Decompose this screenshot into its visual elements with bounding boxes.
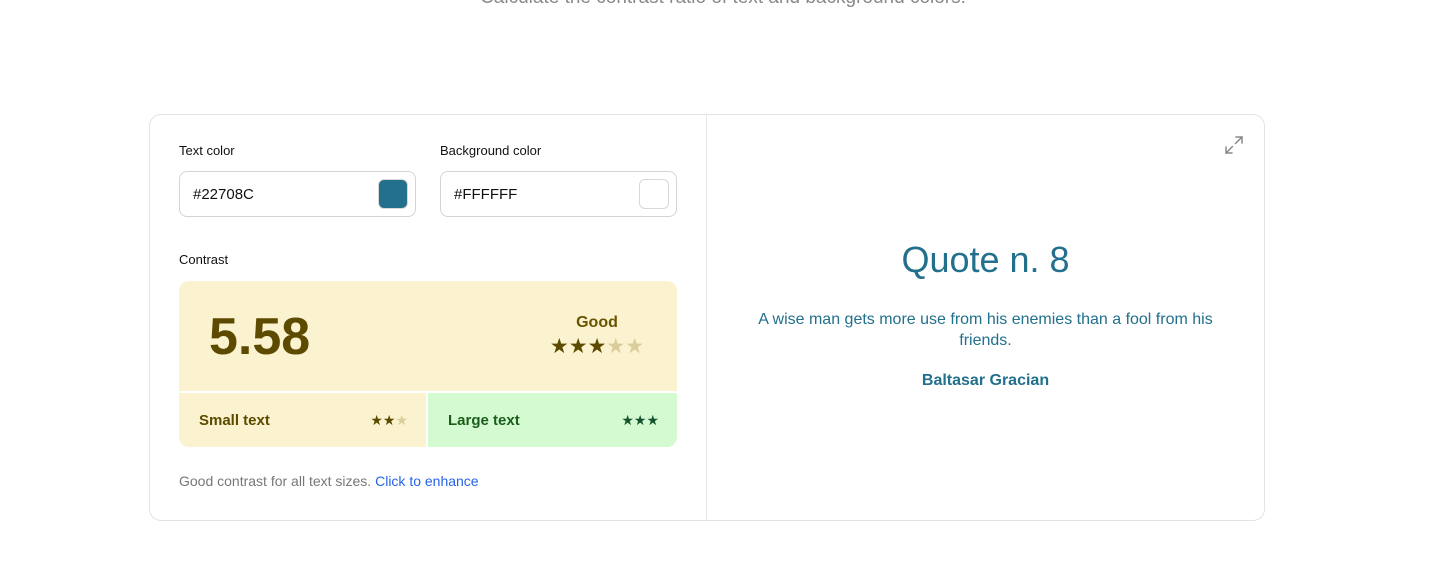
contrast-note: Good contrast for all text sizes. Click …: [179, 473, 479, 489]
page-subtitle: Calculate the contrast ratio of text and…: [0, 0, 1446, 9]
quote-text-wrapper: A wise man gets more use from his enemie…: [747, 309, 1224, 351]
quote-text: A wise man gets more use from his enemie…: [758, 311, 1213, 349]
contrast-summary: 5.58 Good ★★★★★: [179, 281, 677, 391]
text-color-label: Text color: [179, 143, 235, 158]
star-filled-icon: ★: [587, 335, 607, 358]
star-empty-icon: ★: [606, 335, 626, 358]
contrast-ratio-value: 5.58: [209, 308, 311, 366]
controls-panel: Text color #22708C Background color #FFF…: [150, 115, 707, 520]
contrast-rating-stars: ★★★★★: [547, 336, 647, 358]
quote-title: Quote n. 8: [901, 239, 1070, 280]
large-text-label: Large text: [448, 411, 520, 429]
contrast-rating-label: Good: [576, 314, 618, 331]
contrast-rating: Good ★★★★★: [547, 314, 647, 358]
star-filled-icon: ★: [621, 411, 634, 428]
preview-panel: Quote n. 8 A wise man gets more use from…: [707, 115, 1264, 520]
text-size-ratings: Small text ★★★ Large text ★★★: [179, 393, 677, 447]
contrast-result-box: 5.58 Good ★★★★★ Small text ★★★ Large tex…: [179, 281, 677, 447]
enhance-link[interactable]: Click to enhance: [375, 473, 479, 489]
small-text-label: Small text: [199, 411, 270, 429]
large-text-stars: ★★★: [621, 412, 659, 429]
large-text-rating: Large text ★★★: [428, 393, 677, 447]
contrast-checker-card: Text color #22708C Background color #FFF…: [149, 114, 1265, 521]
background-color-value[interactable]: #FFFFFF: [454, 186, 517, 203]
text-color-value[interactable]: #22708C: [193, 186, 254, 203]
quote-author: Baltasar Gracian: [921, 372, 1050, 389]
small-text-rating: Small text ★★★: [179, 393, 426, 447]
contrast-label: Contrast: [179, 252, 229, 267]
star-empty-icon: ★: [625, 335, 645, 358]
small-text-stars: ★★★: [370, 412, 408, 429]
page: Calculate the contrast ratio of text and…: [0, 0, 1446, 572]
star-filled-icon: ★: [633, 411, 647, 428]
background-color-input[interactable]: #FFFFFF: [440, 171, 677, 217]
star-empty-icon: ★: [395, 411, 408, 428]
star-filled-icon: ★: [646, 411, 659, 428]
star-filled-icon: ★: [382, 411, 396, 428]
text-color-swatch[interactable]: [378, 179, 408, 209]
contrast-note-text: Good contrast for all text sizes.: [179, 473, 372, 489]
star-filled-icon: ★: [370, 411, 383, 428]
background-color-swatch[interactable]: [639, 179, 669, 209]
star-filled-icon: ★: [549, 335, 569, 358]
background-color-label: Background color: [440, 143, 542, 158]
text-color-input[interactable]: #22708C: [179, 171, 416, 217]
expand-icon[interactable]: [1224, 135, 1244, 155]
star-filled-icon: ★: [568, 335, 588, 358]
